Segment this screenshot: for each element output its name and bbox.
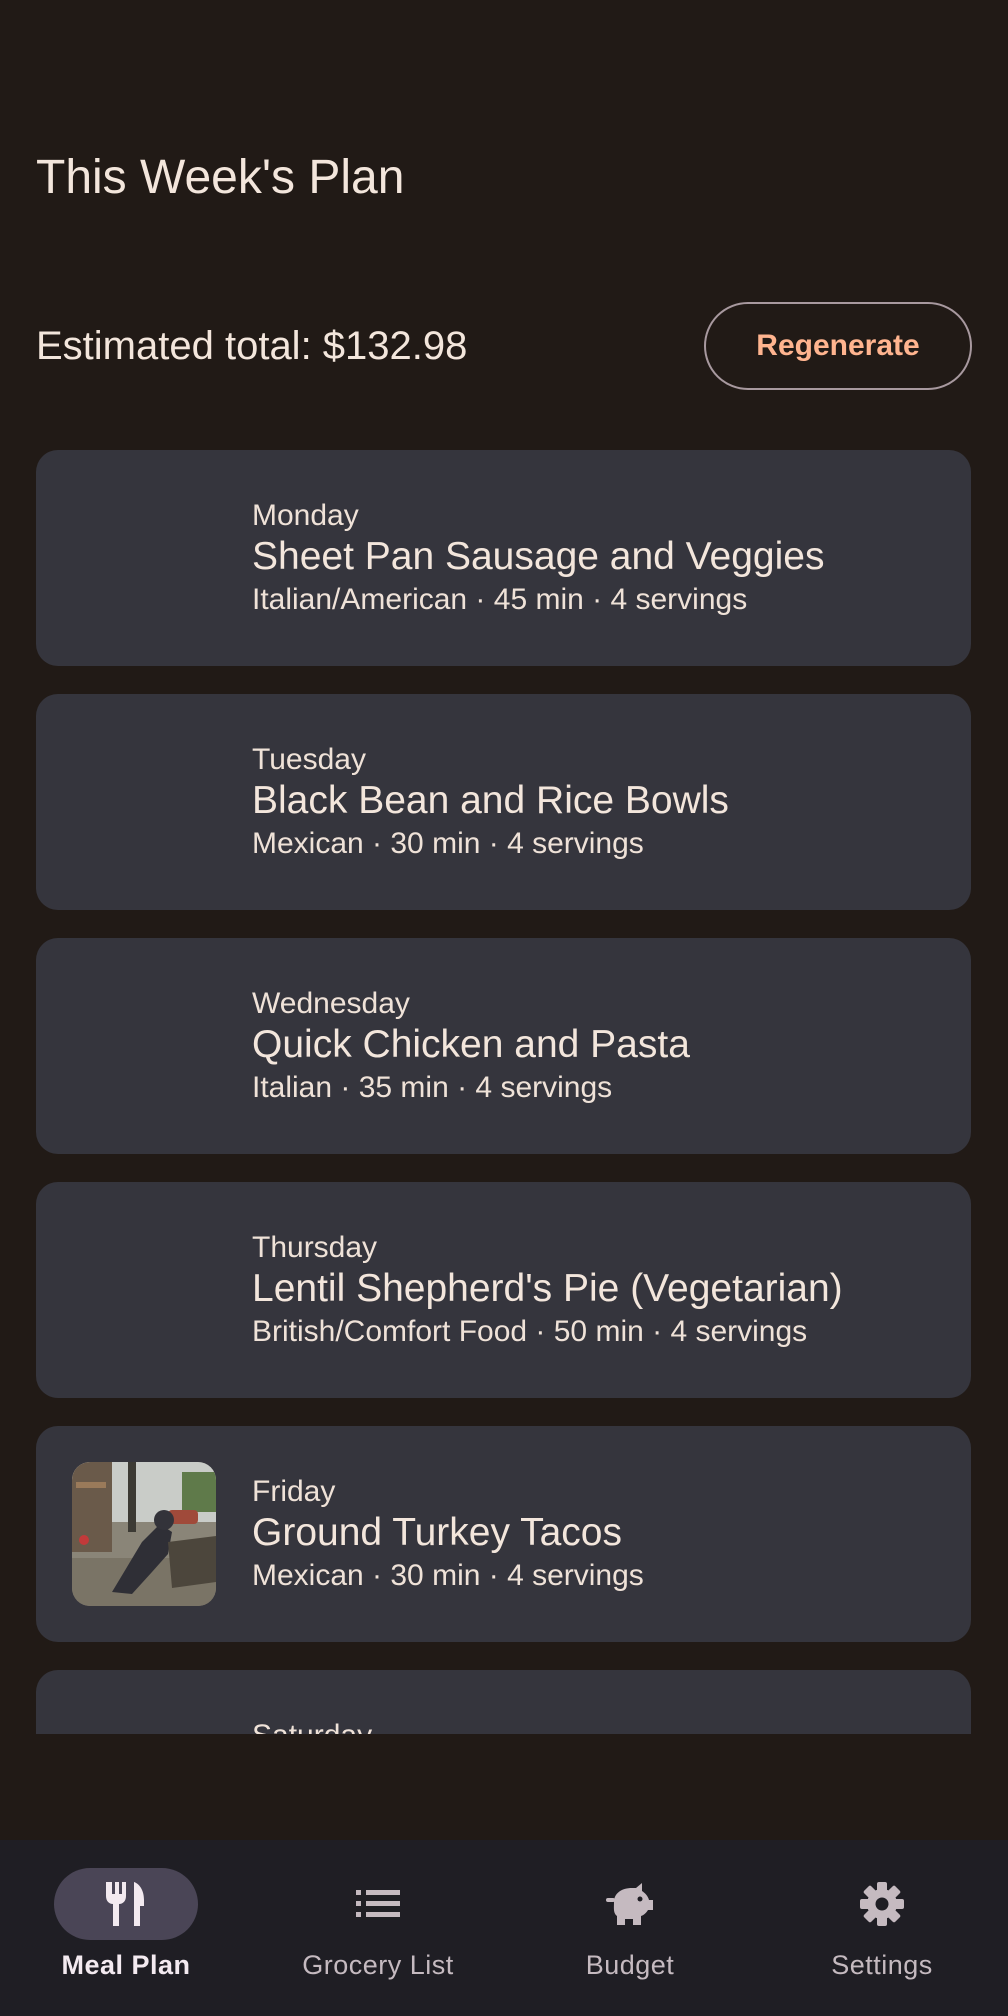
nav-icon-container [558, 1868, 702, 1940]
estimated-total: Estimated total: $132.98 [36, 323, 468, 368]
bottom-navigation: Meal Plan Grocery List Budget Settings [0, 1840, 1008, 2016]
meal-card-friday[interactable]: Friday Ground Turkey Tacos Mexican · 30 … [36, 1426, 971, 1642]
nav-label: Meal Plan [61, 1950, 191, 1980]
meal-text: Monday Sheet Pan Sausage and Veggies Ita… [252, 498, 947, 620]
meal-text: Friday Ground Turkey Tacos Mexican · 30 … [252, 1474, 947, 1596]
nav-icon-container [810, 1868, 954, 1940]
meal-text: Saturday [252, 1718, 947, 1734]
meal-text: Tuesday Black Bean and Rice Bowls Mexica… [252, 742, 947, 864]
meal-meta: Italian/American · 45 min · 4 servings [252, 583, 748, 616]
meal-name: Ground Turkey Tacos [252, 1511, 622, 1554]
nav-label: Grocery List [302, 1950, 454, 1980]
meal-photo [72, 1462, 216, 1606]
summary-row: Estimated total: $132.98 Regenerate [36, 302, 972, 390]
meal-card-monday[interactable]: Monday Sheet Pan Sausage and Veggies Ita… [36, 450, 971, 666]
meal-card-saturday[interactable]: Saturday [36, 1670, 971, 1734]
meal-day: Friday [252, 1475, 336, 1508]
meal-day: Wednesday [252, 987, 410, 1020]
nav-icon-container [306, 1868, 450, 1940]
meal-day: Thursday [252, 1231, 378, 1264]
nav-label: Budget [585, 1950, 675, 1980]
meal-photo-image [72, 1462, 216, 1606]
list-icon [356, 1890, 400, 1917]
nav-item-settings[interactable]: Settings [756, 1840, 1008, 2016]
page-title: This Week's Plan [36, 151, 405, 204]
meal-meta: British/Comfort Food · 50 min · 4 servin… [252, 1315, 808, 1348]
regenerate-button[interactable]: Regenerate [704, 302, 972, 390]
meal-card-tuesday[interactable]: Tuesday Black Bean and Rice Bowls Mexica… [36, 694, 971, 910]
piggy-bank-icon [606, 1883, 653, 1925]
nav-item-grocery-list[interactable]: Grocery List [252, 1840, 504, 2016]
meal-name: Black Bean and Rice Bowls [252, 779, 729, 822]
nav-label: Settings [831, 1950, 933, 1980]
meal-name: Quick Chicken and Pasta [252, 1023, 690, 1066]
meal-meta: Mexican · 30 min · 4 servings [252, 827, 644, 860]
meal-name: Lentil Shepherd's Pie (Vegetarian) [252, 1267, 843, 1310]
meal-day: Tuesday [252, 743, 366, 776]
meal-name: Sheet Pan Sausage and Veggies [252, 535, 825, 578]
nav-item-meal-plan[interactable]: Meal Plan [0, 1840, 252, 2016]
meal-day: Saturday [252, 1718, 947, 1734]
nav-active-indicator [54, 1868, 198, 1940]
fork-knife-icon [106, 1882, 144, 1926]
gear-icon [860, 1882, 904, 1926]
meal-text: Wednesday Quick Chicken and Pasta Italia… [252, 986, 947, 1108]
meal-card-thursday[interactable]: Thursday Lentil Shepherd's Pie (Vegetari… [36, 1182, 971, 1398]
meal-list[interactable]: Monday Sheet Pan Sausage and Veggies Ita… [0, 450, 1008, 1734]
nav-item-budget[interactable]: Budget [504, 1840, 756, 2016]
meal-day: Monday [252, 499, 359, 532]
meal-text: Thursday Lentil Shepherd's Pie (Vegetari… [252, 1230, 947, 1352]
meal-card-wednesday[interactable]: Wednesday Quick Chicken and Pasta Italia… [36, 938, 971, 1154]
meal-plan-screen: This Week's Plan Estimated total: $132.9… [0, 0, 1008, 2016]
meal-meta: Italian · 35 min · 4 servings [252, 1071, 613, 1104]
meal-meta: Mexican · 30 min · 4 servings [252, 1559, 644, 1592]
